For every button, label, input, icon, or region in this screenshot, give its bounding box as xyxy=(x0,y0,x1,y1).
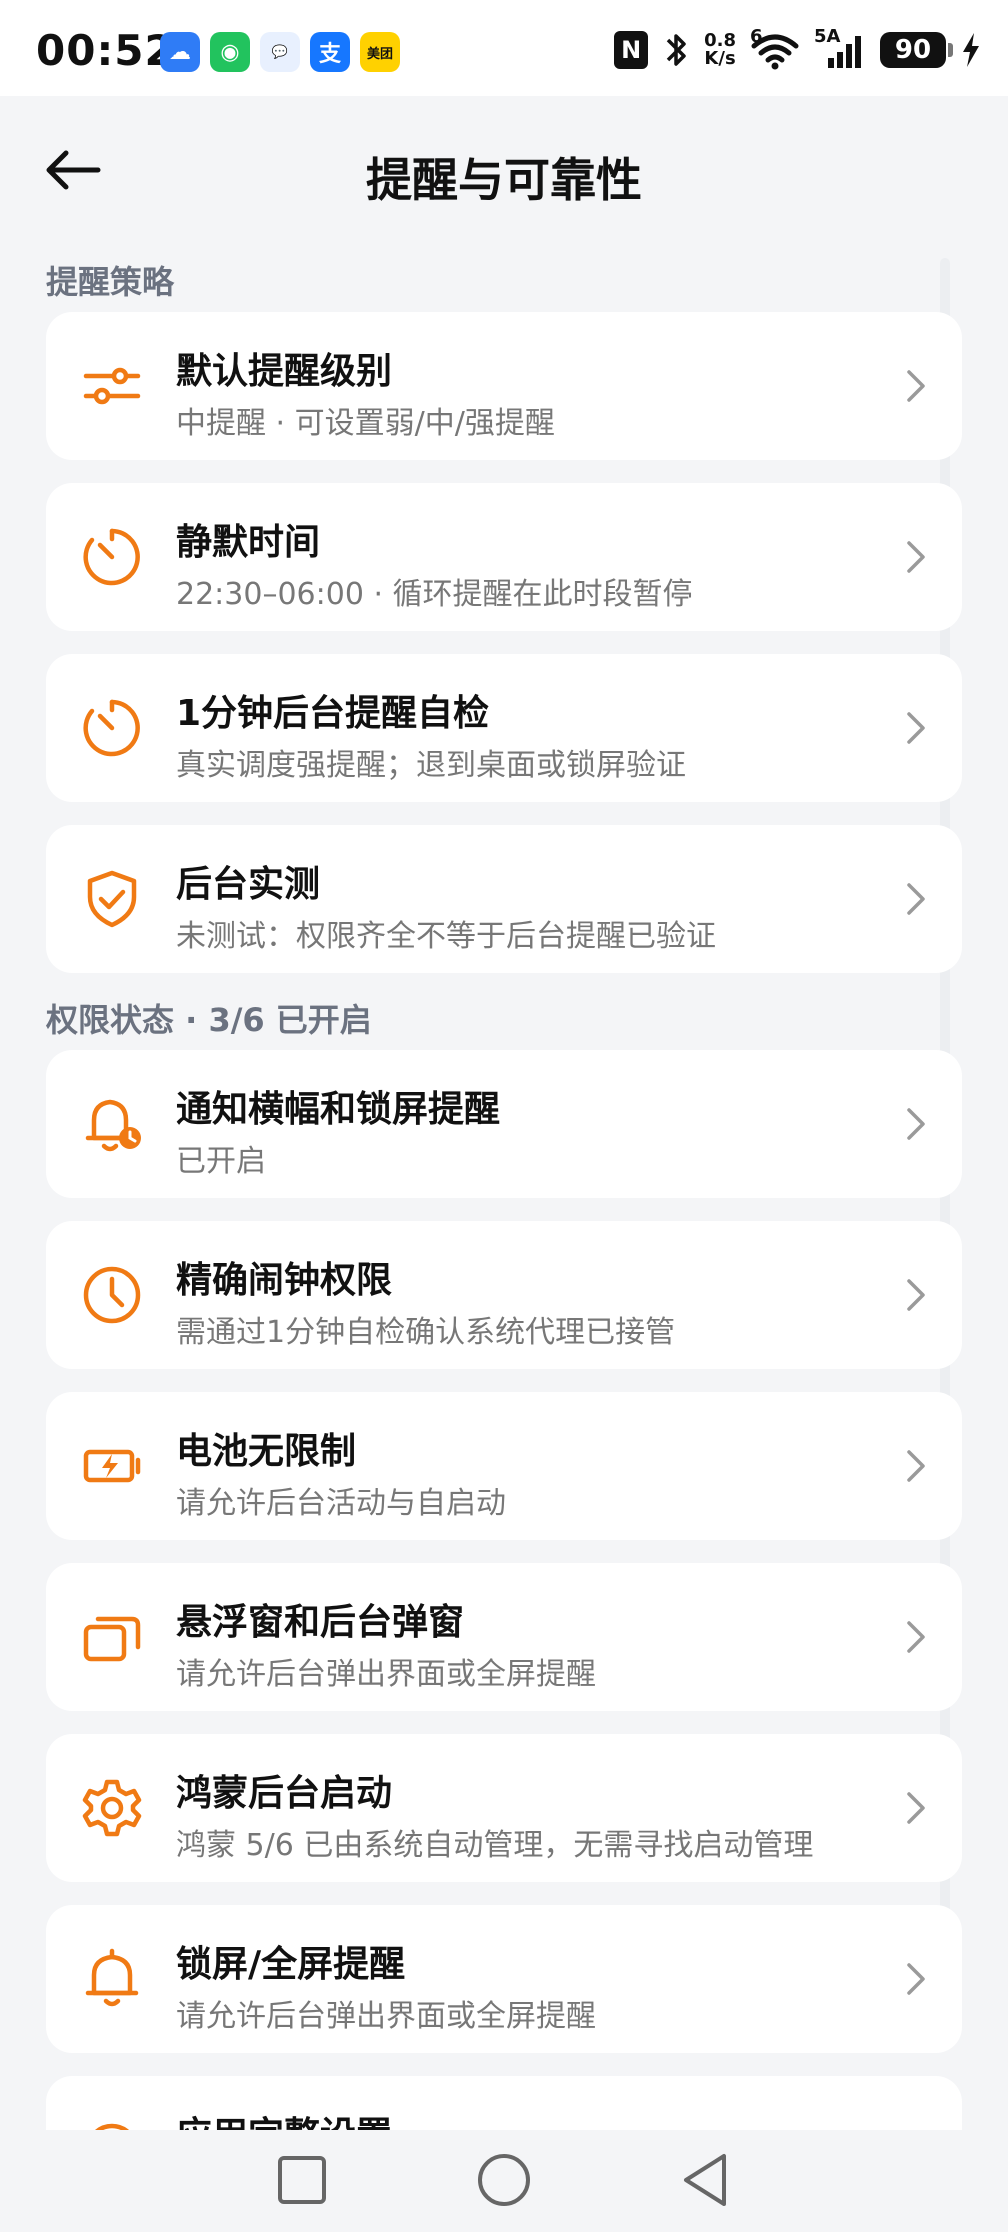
sliders-icon xyxy=(83,367,141,405)
chevron-right-icon xyxy=(907,1963,925,1995)
chevron-right-icon xyxy=(907,1450,925,1482)
setting-title: 精确闹钟权限 xyxy=(176,1260,393,1301)
weather-app-icon: ☁ xyxy=(160,32,200,72)
bell-icon xyxy=(85,1948,139,2007)
alipay-icon: 支 xyxy=(310,32,350,72)
setting-subtitle: 请允许后台弹出界面或全屏提醒 xyxy=(176,1999,596,2034)
shield-check-icon xyxy=(87,870,137,928)
setting-background-test[interactable]: 后台实测 未测试：权限齐全不等于后台提醒已验证 xyxy=(46,825,962,973)
chat-bubble-icon: 💬 xyxy=(260,32,300,72)
windows-icon xyxy=(83,1616,141,1662)
setting-subtitle: 鸿蒙 5/6 已由系统自动管理，无需寻找启动管理 xyxy=(176,1828,814,1863)
setting-harmony-background-launch[interactable]: 鸿蒙后台启动 鸿蒙 5/6 已由系统自动管理，无需寻找启动管理 xyxy=(46,1734,962,1882)
chevron-right-icon xyxy=(907,712,925,744)
setting-subtitle: 中提醒 · 可设置弱/中/强提醒 xyxy=(176,406,555,441)
back-triangle-icon[interactable] xyxy=(676,2150,736,2210)
timer-icon xyxy=(83,528,140,586)
status-time: 00:52 xyxy=(36,26,175,75)
setting-exact-alarm[interactable]: 精确闹钟权限 需通过1分钟自检确认系统代理已接管 xyxy=(46,1221,962,1369)
setting-title: 应用完整设置 xyxy=(176,2106,392,2130)
chevron-right-icon xyxy=(907,1279,925,1311)
setting-subtitle: 需通过1分钟自检确认系统代理已接管 xyxy=(176,1315,676,1350)
setting-notification-banner[interactable]: 通知横幅和锁屏提醒 已开启 xyxy=(46,1050,962,1198)
wechat-shield-icon: ◉ xyxy=(210,32,250,72)
setting-subtitle: 请允许后台弹出界面或全屏提醒 xyxy=(176,1657,596,1692)
setting-quiet-hours[interactable]: 静默时间 22:30–06:00 · 循环提醒在此时段暂停 xyxy=(46,483,962,631)
timer-icon xyxy=(83,699,140,757)
setting-title: 静默时间 xyxy=(176,522,321,563)
chevron-right-icon xyxy=(907,883,925,915)
bell-clock-icon xyxy=(85,1099,141,1152)
chevron-right-icon xyxy=(907,1792,925,1824)
setting-default-reminder-level[interactable]: 默认提醒级别 中提醒 · 可设置弱/中/强提醒 xyxy=(46,312,962,460)
recents-square-icon[interactable] xyxy=(272,2150,332,2210)
clock-icon xyxy=(83,1266,141,1324)
setting-subtitle: 未测试：权限齐全不等于后台提醒已验证 xyxy=(176,919,716,954)
setting-title: 鸿蒙后台启动 xyxy=(176,1773,393,1814)
setting-title: 悬浮窗和后台弹窗 xyxy=(176,1602,465,1643)
section-title-reminder-strategy: 提醒策略 xyxy=(46,263,175,301)
gear-icon xyxy=(82,1779,142,1837)
wifi-icon: 6 xyxy=(750,26,800,70)
chevron-right-icon xyxy=(907,541,925,573)
chevron-right-icon xyxy=(907,1108,925,1140)
clip-area: 应用完整设置 xyxy=(0,2076,1008,2130)
meituan-icon: 美团 xyxy=(360,32,400,72)
chevron-right-icon xyxy=(907,1621,925,1653)
battery-bolt-icon xyxy=(83,1449,141,1483)
setting-floating-window[interactable]: 悬浮窗和后台弹窗 请允许后台弹出界面或全屏提醒 xyxy=(46,1563,962,1711)
chevron-right-icon xyxy=(907,370,925,402)
setting-title: 电池无限制 xyxy=(176,1431,357,1472)
setting-title: 默认提醒级别 xyxy=(176,351,393,392)
setting-subtitle: 真实调度强提醒；退到桌面或锁屏验证 xyxy=(176,748,686,783)
page-header: 提醒与可靠性 xyxy=(0,96,1008,246)
network-speed: 0.8 K/s xyxy=(704,30,736,69)
cell-signal-icon: 5A xyxy=(814,26,866,70)
status-app-icons: ☁ ◉ 💬 支美团 xyxy=(160,32,400,72)
setting-lockscreen-fullscreen[interactable]: 锁屏/全屏提醒 请允许后台弹出界面或全屏提醒 xyxy=(46,1905,962,2053)
bluetooth-icon xyxy=(666,34,686,66)
settings-icon xyxy=(95,2123,129,2130)
status-indicators: N 0.8 K/s 6 5A 90 xyxy=(614,26,982,70)
setting-title: 1分钟后台提醒自检 xyxy=(176,693,490,734)
battery-indicator: 90 xyxy=(880,32,953,68)
setting-subtitle: 请允许后台活动与自启动 xyxy=(176,1486,506,1521)
page-title: 提醒与可靠性 xyxy=(366,153,642,207)
setting-title: 后台实测 xyxy=(176,864,321,905)
charging-bolt-icon xyxy=(963,33,979,67)
setting-app-full-settings[interactable]: 应用完整设置 xyxy=(46,2076,962,2130)
section-title-permission-status: 权限状态 · 3/6 已开启 xyxy=(46,1001,372,1039)
setting-battery-unrestricted[interactable]: 电池无限制 请允许后台活动与自启动 xyxy=(46,1392,962,1540)
status-bar: 00:52 ☁ ◉ 💬 支美团 N 0.8 K/s 6 5A 90 xyxy=(0,0,1008,96)
nfc-icon: N xyxy=(614,31,649,69)
setting-title: 通知横幅和锁屏提醒 xyxy=(176,1089,501,1130)
setting-subtitle: 已开启 xyxy=(176,1144,266,1179)
setting-title: 锁屏/全屏提醒 xyxy=(176,1944,406,1985)
setting-subtitle: 22:30–06:00 · 循环提醒在此时段暂停 xyxy=(176,577,693,612)
home-circle-icon[interactable] xyxy=(474,2150,534,2210)
setting-one-minute-self-check[interactable]: 1分钟后台提醒自检 真实调度强提醒；退到桌面或锁屏验证 xyxy=(46,654,962,802)
system-nav-bar xyxy=(0,2130,1008,2232)
